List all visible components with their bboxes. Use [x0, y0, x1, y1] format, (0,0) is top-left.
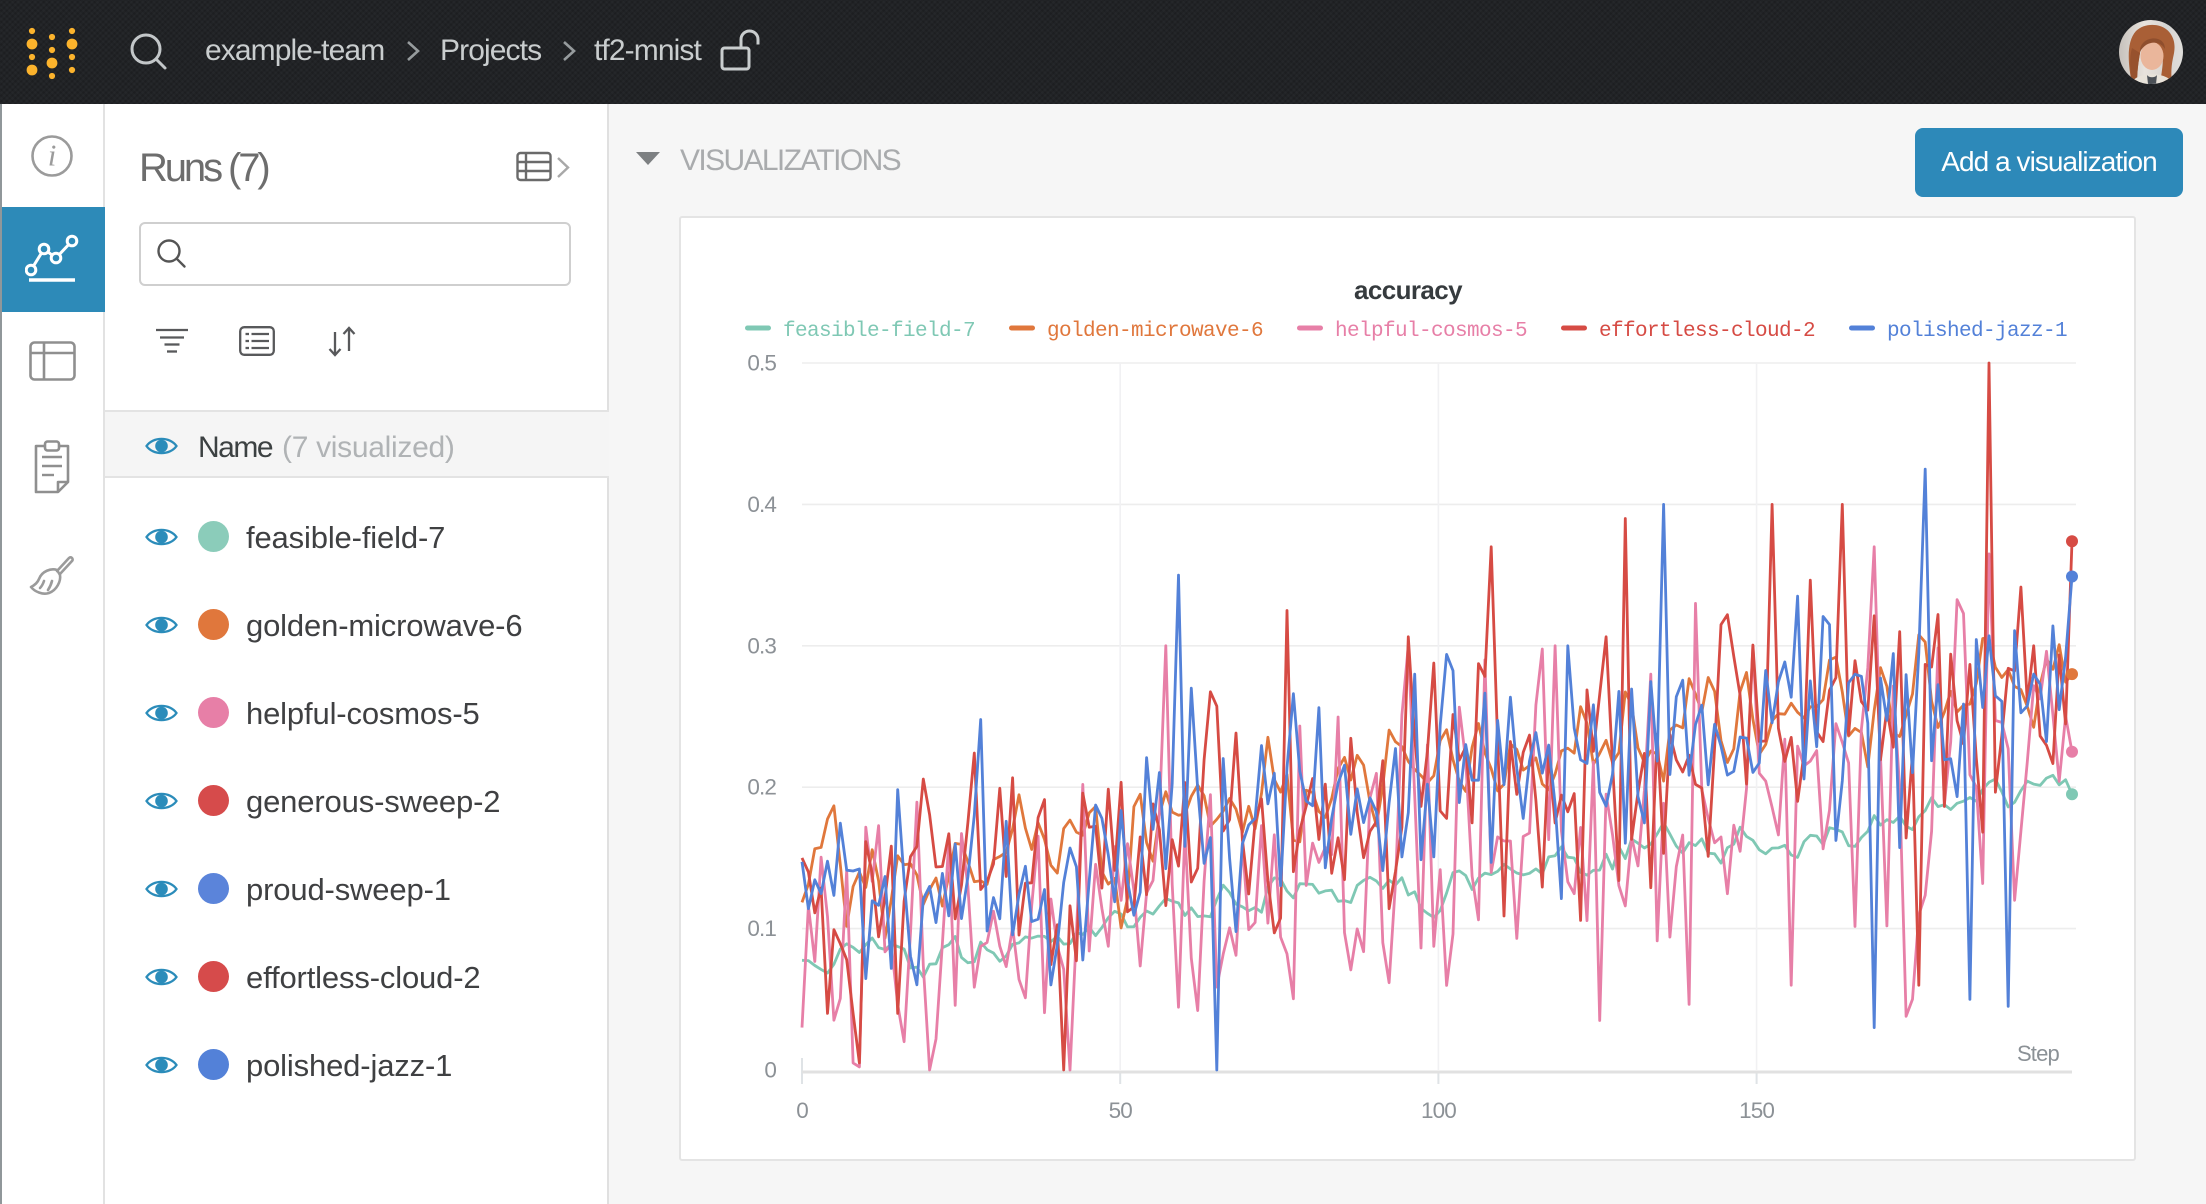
- svg-text:0: 0: [764, 1058, 776, 1083]
- svg-text:effortless-cloud-2: effortless-cloud-2: [1599, 320, 1815, 343]
- svg-text:i: i: [48, 138, 57, 173]
- svg-text:golden-microwave-6: golden-microwave-6: [1047, 320, 1263, 343]
- svg-text:accuracy: accuracy: [1354, 275, 1463, 305]
- svg-text:150: 150: [1739, 1098, 1774, 1123]
- svg-text:0.1: 0.1: [747, 916, 776, 941]
- svg-text:0.2: 0.2: [747, 775, 776, 800]
- svg-text:100: 100: [1421, 1098, 1456, 1123]
- svg-text:0.5: 0.5: [747, 351, 776, 376]
- svg-text:0.4: 0.4: [747, 492, 776, 517]
- svg-text:polished-jazz-1: polished-jazz-1: [1887, 320, 2067, 343]
- svg-text:Step: Step: [2017, 1041, 2060, 1066]
- svg-text:feasible-field-7: feasible-field-7: [783, 320, 975, 343]
- svg-text:0.3: 0.3: [747, 633, 776, 658]
- svg-text:helpful-cosmos-5: helpful-cosmos-5: [1335, 320, 1527, 343]
- svg-text:0: 0: [796, 1098, 808, 1123]
- svg-text:50: 50: [1109, 1098, 1133, 1123]
